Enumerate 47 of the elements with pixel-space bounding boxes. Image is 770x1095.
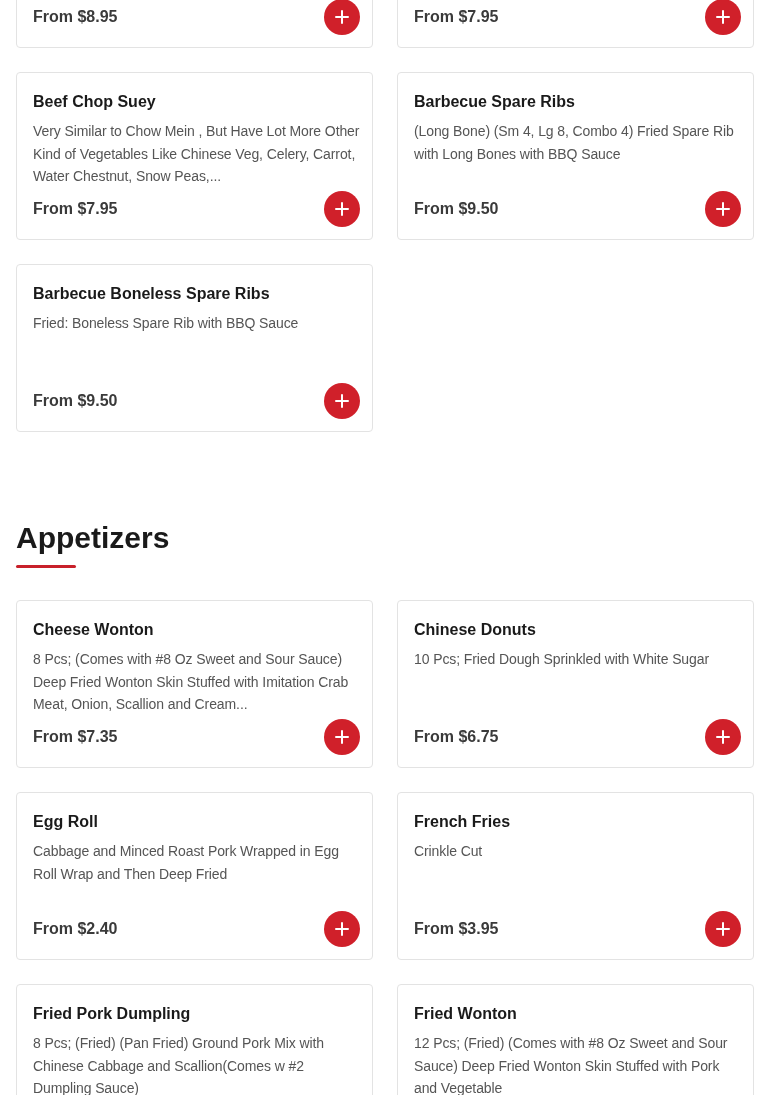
item-name: Fried Wonton: [414, 1004, 518, 1024]
item-price: From $7.35: [33, 727, 118, 747]
item-price: From $6.75: [414, 727, 499, 747]
add-button[interactable]: [705, 191, 741, 227]
plus-icon: [335, 202, 349, 216]
add-button[interactable]: [705, 719, 741, 755]
item-description: (Long Bone) (Sm 4, Lg 8, Combo 4) Fried Spare Rib with Long Bones with BBQ Sauce: [414, 122, 735, 164]
item-name: Egg Roll: [33, 812, 99, 832]
add-button[interactable]: [324, 0, 360, 35]
item-description: 8 Pcs; (Comes with #8 Oz Sweet and Sour Sauce) Deep Fried Wonton Skin Stuffed with Imitation Crab Meat, Onion, Scallion and Cream...: [33, 650, 350, 714]
item-description: 12 Pcs; (Fried) (Comes with #8 Oz Sweet and Sour Sauce) Deep Fried Wonton Skin Stuffed with Pork and Vegetable: [414, 1034, 729, 1095]
plus-icon: [335, 394, 349, 408]
plus-icon: [335, 730, 349, 744]
add-button[interactable]: [705, 0, 741, 35]
item-description: Crinkle Cut: [414, 842, 484, 861]
item-price: From $8.95: [33, 7, 118, 27]
item-price: From $9.50: [33, 391, 118, 411]
add-button[interactable]: [324, 191, 360, 227]
item-price: From $7.95: [414, 7, 499, 27]
plus-icon: [716, 730, 730, 744]
item-description: Cabbage and Minced Roast Pork Wrapped in Egg Roll Wrap and Then Deep Fried: [33, 842, 340, 884]
plus-icon: [716, 922, 730, 936]
add-button[interactable]: [705, 911, 741, 947]
add-button[interactable]: [324, 383, 360, 419]
plus-icon: [716, 202, 730, 216]
plus-icon: [716, 10, 730, 24]
item-name: Barbecue Spare Ribs: [414, 92, 576, 112]
item-name: Chinese Donuts: [414, 620, 537, 640]
item-description: Very Similar to Chow Mein , But Have Lot More Other Kind of Vegetables Like Chinese Veg, Celery, Carrot, Water Chestnut, Snow Peas,...: [33, 122, 360, 186]
item-name: Barbecue Boneless Spare Ribs: [33, 284, 271, 304]
item-price: From $9.50: [414, 199, 499, 219]
plus-icon: [335, 922, 349, 936]
heading-underline: [16, 565, 76, 568]
item-description: Fried: Boneless Spare Rib with BBQ Sauce: [33, 314, 300, 333]
item-price: From $2.40: [33, 919, 118, 939]
item-name: French Fries: [414, 812, 512, 832]
item-name: Beef Chop Suey: [33, 92, 157, 112]
item-description: 10 Pcs; Fried Dough Sprinkled with White Sugar: [414, 650, 710, 669]
plus-icon: [335, 10, 349, 24]
item-price: From $7.95: [33, 199, 118, 219]
add-button[interactable]: [324, 719, 360, 755]
item-description: 8 Pcs; (Fried) (Pan Fried) Ground Pork Mix with Chinese Cabbage and Scallion(Comes w #2 Dumpling Sauce): [33, 1034, 325, 1095]
item-name: Fried Pork Dumpling: [33, 1004, 192, 1024]
add-button[interactable]: [324, 911, 360, 947]
item-price: From $3.95: [414, 919, 499, 939]
section-heading: Appetizers: [16, 521, 171, 555]
item-name: Cheese Wonton: [33, 620, 155, 640]
